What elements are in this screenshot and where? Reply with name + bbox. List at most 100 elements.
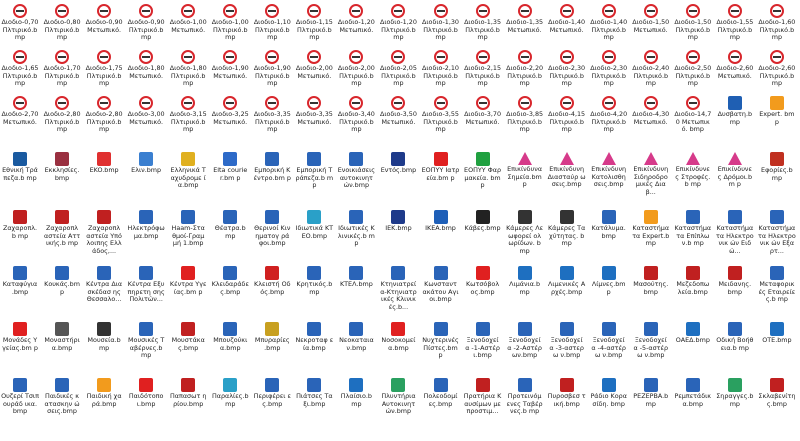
file-item[interactable]: Διοδιο-0,90 Μετωπικό. <box>85 4 123 34</box>
file-item[interactable]: Κέντρα Διασκέδασ ης Θεσσαλο... <box>85 266 123 304</box>
file-item[interactable]: Παιδότοπο ι.bmp <box>127 378 165 408</box>
file-item[interactable]: Διοδιο-2,60 Μετωπικό. <box>716 50 754 80</box>
file-item[interactable]: Ράδιο Κορασίδη. bmp <box>590 378 628 408</box>
file-item[interactable]: ΕΟΠΥΥ Ιατρεία.bm p <box>422 152 460 182</box>
file-item[interactable]: Διοδιο-2,05 Πλτιρικό.b mp <box>379 50 417 88</box>
file-item[interactable]: Πολεοδομί ες.bmp <box>422 378 460 408</box>
file-item[interactable]: Διοδιο-3,40 Πλτιρικό.b mp <box>337 96 375 134</box>
file-item[interactable]: Παιδική χαρά.bmp <box>85 378 123 408</box>
file-item[interactable]: Ιδιωτικές Κλινικές.b mp <box>337 210 375 248</box>
file-item[interactable]: Διοδιο-1,10 Πλτιρικό.b mp <box>253 4 291 42</box>
file-item[interactable]: Παιδικές κατασκην ώσεις.bmp <box>43 378 81 416</box>
file-item[interactable]: Διοδιο-3,70 Μετωπικό. <box>464 96 502 126</box>
file-item[interactable]: Εκκλησίες. bmp <box>43 152 81 182</box>
file-item[interactable]: Επικίνδυνη Διασταύρ ωσεις.bmp <box>548 152 586 189</box>
file-item[interactable]: Εθνική Τράπεζα.b mp <box>1 152 39 182</box>
file-item[interactable]: Διοδιο-1,65 Πλτιρικό.b mp <box>1 50 39 88</box>
file-item[interactable]: Επικίνδυνη Σιδηροδρο μικές Διαβ... <box>632 152 670 196</box>
file-item[interactable]: Κέντρα Εξυπηρετη σης Πολιτών... <box>127 266 165 304</box>
file-item[interactable]: Διοδιο-2,20 Πλτιρικό.b mp <box>506 50 544 88</box>
file-item[interactable]: Ξενοδοχεί α -4-αστέρω ν.bmp <box>590 322 628 360</box>
file-item[interactable]: Επικίνδυνα Σημεία.bm p <box>506 152 544 189</box>
file-item[interactable]: Διοδιο-1,70 Πλτιρικό.b mp <box>43 50 81 88</box>
file-item[interactable]: Διοδιο-1,80 Μετωπικό. <box>127 50 165 80</box>
file-item[interactable]: Διοδιο-2,60 Πλτιρικό.b mp <box>758 50 796 88</box>
file-item[interactable]: Επικίνδυνε ς Δρόμοι.bm p <box>716 152 754 189</box>
file-item[interactable]: Λίμνες.bm p <box>590 266 628 296</box>
file-item[interactable]: Διοδιο-2,15 Πλτιρικό.b mp <box>464 50 502 88</box>
file-item[interactable]: ΚΤΕΛ.bmp <box>337 266 375 289</box>
file-item[interactable]: Διοδιο-14,7 0 Μετωπικό. bmp <box>674 96 712 134</box>
file-item[interactable]: Μουσεία.b mp <box>85 322 123 352</box>
file-item[interactable]: Διοδιο-1,40 Μετωπικό. <box>548 4 586 34</box>
file-item[interactable]: Διοδιο-3,50 Μετωπικό. <box>379 96 417 126</box>
file-item[interactable]: Διοδιο-1,60 Πλτιρικό.b mp <box>758 4 796 42</box>
file-item[interactable]: EKO.bmp <box>85 152 123 175</box>
file-item[interactable]: Σηραγγες.b mp <box>716 378 754 408</box>
file-item[interactable]: Διοδιο-2,70 Μετωπικό. <box>1 96 39 126</box>
file-item[interactable]: Κατάλυμα. bmp <box>590 210 628 240</box>
file-item[interactable]: Ελληνικά Ταχυδρομε ία.bmp <box>169 152 207 190</box>
file-item[interactable]: Σκλαβενίτη ς.bmp <box>758 378 796 408</box>
file-item[interactable]: Διοδιο-4,30 Μετωπικό. <box>632 96 670 126</box>
file-item[interactable]: Ενοικιάσεις αυτοκινητ ών.bmp <box>337 152 375 190</box>
file-item[interactable]: Ζαχαροπλ αστεία Υπόλοιπης Ελλάδος,... <box>85 210 123 255</box>
file-item[interactable]: Κουκάς.bm p <box>43 266 81 296</box>
file-item[interactable]: Κάμερες Λεωφορεί ολωρίδων. bmp <box>506 210 544 255</box>
file-item[interactable]: Μοναστήρι α.bmp <box>43 322 81 352</box>
file-item[interactable]: ΕΟΠΥΥ Φαρμακεία. bmp <box>464 152 502 190</box>
file-item[interactable]: Μασούτης. bmp <box>632 266 670 296</box>
file-item[interactable]: Κλειδαράδε ς.bmp <box>211 266 249 296</box>
file-item[interactable]: Ουζερί Τσιπουράδ ικα.bmp <box>1 378 39 416</box>
file-item[interactable]: Διοδιο-2,00 Μετωπικό. <box>295 50 333 80</box>
file-item[interactable]: Επικίνδυνε ς Στροφές.b mp <box>674 152 712 189</box>
file-item[interactable]: Μουσικές Ταβέρνες.b mp <box>127 322 165 360</box>
file-item[interactable]: Ηaam-Στα θμοί-Γραμ μή 1.bmp <box>169 210 207 248</box>
file-item[interactable]: Κωτσόβολ ος.bmp <box>464 266 502 296</box>
file-item[interactable]: Κρητικός.b mp <box>295 266 333 296</box>
file-item[interactable]: Περιφέρει ες.bmp <box>253 378 291 408</box>
file-item[interactable]: Ρεμπετάδικ α.bmp <box>674 378 712 408</box>
file-item[interactable]: Ζαχαροπλ.b mp <box>1 210 39 240</box>
file-item[interactable]: Μεταφορικ ές Εταιρείες.b mp <box>758 266 796 304</box>
file-item[interactable]: Καταστήμα τα Expert.bmp <box>632 210 670 248</box>
file-item[interactable]: Διοδιο-1,55 Πλτιρικό.b mp <box>716 4 754 42</box>
file-item[interactable]: Ιδιωτικά ΚΤΕΟ.bmp <box>295 210 333 240</box>
file-item[interactable]: Διοδιο-3,35 Μετωπικό. <box>295 96 333 126</box>
file-item[interactable]: Καταστήμα τα Ηλεκτρονικ ών Εξαρτ... <box>758 210 796 255</box>
file-item[interactable]: Κωνσταντ ακάτου Αγιοι.bmp <box>422 266 460 304</box>
file-item[interactable]: Διοδιο-4,20 Πλτιρικό.b mp <box>590 96 628 134</box>
file-item[interactable]: Expert. bmp <box>758 96 796 126</box>
file-item[interactable]: Διοδιο-3,00 Μετωπικό. <box>127 96 165 126</box>
file-item[interactable]: Διοδιο-1,50 Πλτιρικό.b mp <box>674 4 712 42</box>
file-item[interactable]: OTE.bmp <box>758 322 796 345</box>
file-item[interactable]: Πλυντήρια Αυτοκινητ ών.bmp <box>379 378 417 416</box>
file-item[interactable]: Πυροσβεσ τική.bmp <box>548 378 586 408</box>
file-item[interactable]: Διοδιο-1,00 Μετωπικό. <box>169 4 207 34</box>
file-item[interactable]: Διοδιο-1,20 Πλτιρικό.b mp <box>379 4 417 42</box>
file-item[interactable]: Διοδιο-2,00 Πλτιρικό.b mp <box>337 50 375 88</box>
file-item[interactable]: Διοδιο-0,70 Πλτιρικό.b mp <box>1 4 39 42</box>
file-item[interactable]: Κλειστή Οδός.bmp <box>253 266 291 296</box>
file-item[interactable]: Οδική Βοήθεια.b mp <box>716 322 754 352</box>
file-item[interactable]: ΟΑΕΔ.bmp <box>674 322 712 345</box>
file-item[interactable]: Ελιν.bmp <box>127 152 165 175</box>
file-item[interactable]: Διοδιο-0,90 Πλτιρικό.b mp <box>127 4 165 42</box>
file-item[interactable]: Διοδιο-1,90 Μετωπικό. <box>211 50 249 80</box>
file-item[interactable]: Ηλεκτρόφω μα.bmp <box>127 210 165 240</box>
file-item[interactable]: Κάμερες Ταχύτητας. bmp <box>548 210 586 248</box>
file-item[interactable]: Κτηνιατρεί α-Κτηνιατρ ικές Κλινικές.b... <box>379 266 417 311</box>
file-item[interactable]: Εμπορική Τράπεζα.b mp <box>295 152 333 190</box>
file-item[interactable]: Διοδιο-1,75 Πλτιρικό.b mp <box>85 50 123 88</box>
file-item[interactable]: Παπασωτ ηρίου.bmp <box>169 378 207 408</box>
file-item[interactable]: Διοδιο-2,80 Πλτιρικό.b mp <box>43 96 81 134</box>
file-item[interactable]: Προτεινόμ ενες Ταβέρνες.b mp <box>506 378 544 416</box>
file-item[interactable]: Εφορίες.b mp <box>758 152 796 182</box>
file-item[interactable]: Ξενοδοχεί α -5-αστέρω ν.bmp <box>632 322 670 360</box>
file-item[interactable]: Πρατήρια Καυσίμων με προστιμ... <box>464 378 502 416</box>
file-item[interactable]: Νεκροταφ εία.bmp <box>295 322 333 352</box>
file-item[interactable]: Πιάτσες Ταξι.bmp <box>295 378 333 408</box>
file-item[interactable]: Καταστήμα τα Ηλεκτρονικ ών Ειδώ... <box>716 210 754 255</box>
file-item[interactable]: Δυσβατη.b mp <box>716 96 754 126</box>
file-item[interactable]: Διοδιο-2,10 Πλτιρικό.b mp <box>422 50 460 88</box>
